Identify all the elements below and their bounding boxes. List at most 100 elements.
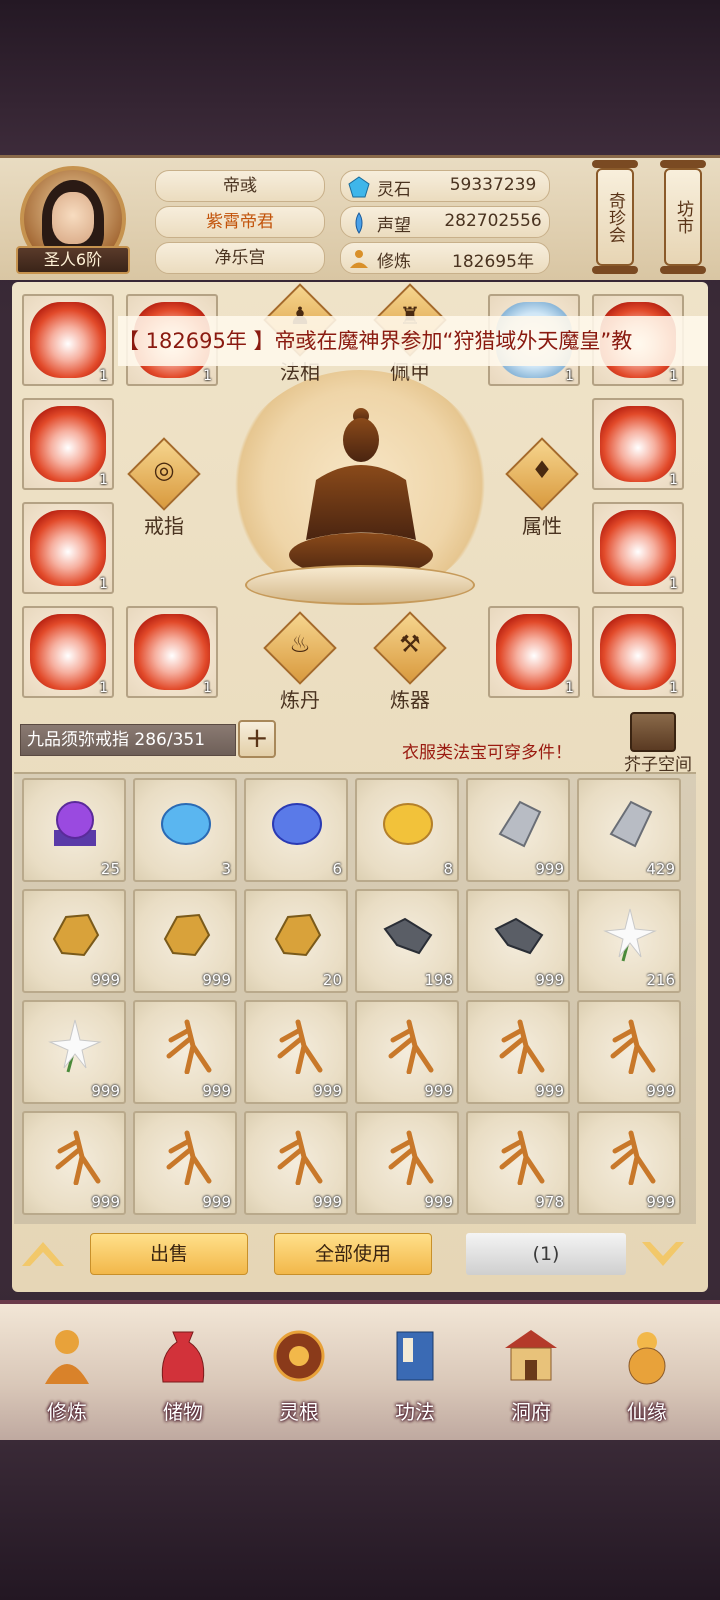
inventory-cell[interactable]: 999 (22, 889, 126, 993)
nav-cave[interactable]: 洞府 (476, 1324, 586, 1444)
stat-cultivation: 修炼 182695年 (340, 242, 550, 274)
attributes-button[interactable]: ♦ 属性 (482, 437, 602, 554)
inventory-cell[interactable]: 978 (466, 1111, 570, 1215)
rank-badge: 圣人6阶 (16, 246, 130, 274)
phoenix-armor-icon (600, 510, 676, 586)
gold-ore-icon (163, 913, 211, 957)
anvil-icon: ⚒ (399, 630, 421, 658)
equip-slot[interactable]: 1 (126, 606, 218, 698)
item-count: 999 (202, 1082, 231, 1100)
nav-spirit-root[interactable]: 灵根 (244, 1324, 354, 1444)
inventory-cell[interactable]: 198 (355, 889, 459, 993)
equip-slot[interactable]: 1 (592, 606, 684, 698)
equip-slot[interactable]: 1 (22, 294, 114, 386)
quantity-field[interactable]: (1) (466, 1233, 626, 1275)
equip-slot[interactable]: 1 (22, 606, 114, 698)
announcement-banner: 【 182695年 】帝彧在魔神界参加“狩猎域外天魔皇”教 (118, 316, 708, 366)
inventory-cell[interactable]: 999 (133, 889, 237, 993)
item-count: 8 (443, 860, 453, 878)
cauldron-icon: ♨ (289, 630, 311, 658)
clothes-note: 衣服类法宝可穿多件！ (402, 743, 572, 763)
player-name: 帝彧 (155, 170, 325, 202)
inventory-cell[interactable]: 999 (466, 778, 570, 882)
item-count: 999 (535, 971, 564, 989)
treasure-fair-scroll[interactable]: 奇珍会 (592, 160, 638, 274)
scroll-up-arrow-icon[interactable] (18, 1236, 68, 1272)
nav-technique[interactable]: 功法 (360, 1324, 470, 1444)
purple-orb-icon (54, 801, 96, 846)
bottom-background (0, 1440, 720, 1600)
chest-icon[interactable] (630, 712, 676, 752)
item-count: 999 (91, 971, 120, 989)
use-all-button[interactable]: 全部使用 (274, 1233, 432, 1275)
inventory-cell[interactable]: 25 (22, 778, 126, 882)
inventory-cell[interactable]: 999 (355, 1000, 459, 1104)
equip-slot[interactable]: 1 (22, 502, 114, 594)
blue-beast-egg-icon (161, 803, 211, 845)
inventory-cell[interactable]: 216 (577, 889, 681, 993)
inventory-cell[interactable]: 999 (466, 1000, 570, 1104)
equip-slot[interactable]: 1 (592, 398, 684, 490)
silver-ore-icon (498, 800, 542, 848)
item-count: 20 (322, 971, 342, 989)
nav-cultivate[interactable]: 修炼 (12, 1324, 122, 1444)
item-count: 3 (221, 860, 231, 878)
white-lily-icon (603, 908, 657, 962)
forging-button[interactable]: ⚒ 炼器 (350, 611, 470, 728)
expand-capacity-button[interactable]: + (238, 720, 276, 758)
inventory-cell[interactable]: 20 (244, 889, 348, 993)
spirit-root-icon (273, 1330, 325, 1382)
item-count: 999 (646, 1193, 675, 1211)
inventory-cell[interactable]: 3 (133, 778, 237, 882)
item-count: 999 (91, 1082, 120, 1100)
inventory-cell[interactable]: 8 (355, 778, 459, 882)
stat-prestige: 声望 282702556 (340, 206, 550, 238)
storage-bag-icon (161, 1331, 205, 1383)
inventory-cell[interactable]: 999 (22, 1111, 126, 1215)
player-title: 紫霄帝君 (155, 206, 325, 238)
ginseng-root-icon (277, 1019, 323, 1074)
inventory-cell[interactable]: 999 (133, 1000, 237, 1104)
scroll-down-arrow-icon[interactable] (638, 1236, 688, 1272)
technique-book-icon (396, 1331, 434, 1381)
inventory-cell[interactable]: 999 (22, 1000, 126, 1104)
equip-slot[interactable]: 1 (22, 398, 114, 490)
white-lily-icon (48, 1019, 102, 1073)
inventory-cell[interactable]: 999 (244, 1111, 348, 1215)
treasure-fair-button[interactable]: 奇珍会 (596, 168, 634, 266)
equip-slot[interactable]: 1 (592, 502, 684, 594)
ginseng-root-icon (166, 1019, 212, 1074)
phoenix-armor-icon (600, 614, 676, 690)
sell-button[interactable]: 出售 (90, 1233, 248, 1275)
inventory-cell[interactable]: 999 (133, 1111, 237, 1215)
ring-capacity: 九品须弥戒指 286/351 (20, 724, 236, 756)
inventory-cell[interactable]: 999 (466, 889, 570, 993)
nav-immortal-fate[interactable]: 仙缘 (592, 1324, 702, 1444)
market-scroll[interactable]: 坊市 (660, 160, 706, 274)
ginseng-root-icon (499, 1019, 545, 1074)
player-sect: 净乐宫 (155, 242, 325, 274)
cultivation-icon (350, 250, 368, 268)
nav-storage[interactable]: 储物 (128, 1324, 238, 1444)
silver-ore-icon (609, 800, 653, 848)
inventory-cell[interactable]: 429 (577, 778, 681, 882)
ginseng-root-icon (499, 1130, 545, 1185)
ring-button[interactable]: ◎ 戒指 (104, 437, 224, 554)
inventory-cell[interactable]: 999 (577, 1111, 681, 1215)
inventory-cell[interactable]: 6 (244, 778, 348, 882)
equip-slot[interactable]: 1 (488, 606, 580, 698)
phoenix-armor-icon (496, 614, 572, 690)
inventory-cell[interactable]: 999 (244, 1000, 348, 1104)
market-button[interactable]: 坊市 (664, 168, 702, 266)
cave-dwelling-icon (505, 1330, 557, 1381)
spirit-stone-icon (348, 176, 370, 198)
alchemy-button[interactable]: ♨ 炼丹 (240, 611, 360, 728)
item-count: 999 (313, 1193, 342, 1211)
phoenix-armor-icon (30, 406, 106, 482)
inventory-cell[interactable]: 999 (577, 1000, 681, 1104)
gold-ore-icon (274, 913, 322, 957)
stat-spirit-stone: 灵石 59337239 (340, 170, 550, 202)
ginseng-root-icon (388, 1130, 434, 1185)
inventory-cell[interactable]: 999 (355, 1111, 459, 1215)
phoenix-armor-icon (30, 510, 106, 586)
